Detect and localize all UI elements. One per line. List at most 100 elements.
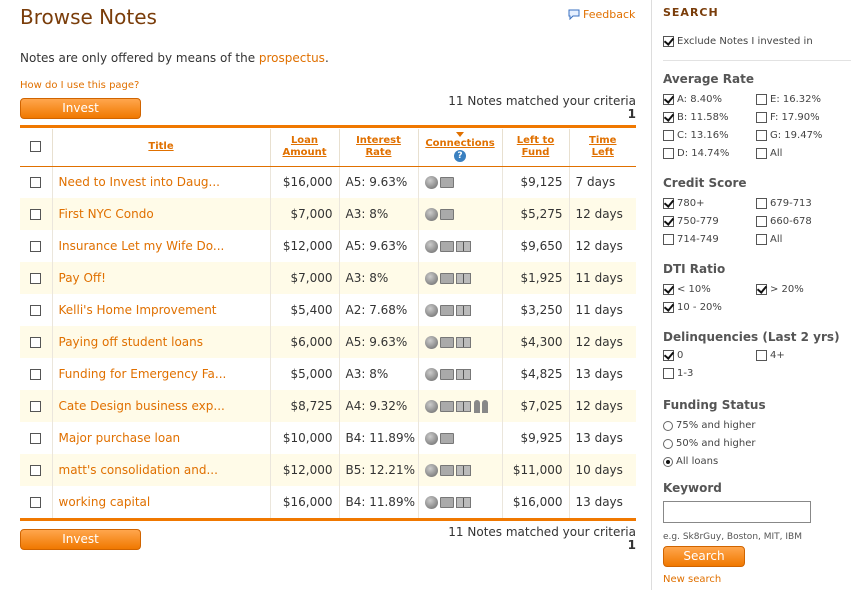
- table-row[interactable]: Insurance Let my Wife Do... $12,000 A5: 9.…: [20, 230, 636, 262]
- radio-button[interactable]: [663, 438, 673, 449]
- header-time-left[interactable]: Time Left: [569, 129, 636, 167]
- option-checkbox[interactable]: [756, 94, 767, 105]
- row-checkbox[interactable]: [30, 337, 42, 348]
- page-number[interactable]: 1: [386, 108, 636, 121]
- new-search-link[interactable]: New search: [663, 574, 721, 585]
- row-checkbox[interactable]: [30, 369, 42, 380]
- search-button[interactable]: Search: [663, 546, 745, 567]
- select-all-checkbox[interactable]: [30, 141, 42, 152]
- globe-icon[interactable]: [424, 368, 438, 381]
- invest-button-top[interactable]: Invest: [20, 98, 141, 119]
- avg-rate-option[interactable]: B: 11.58%: [663, 112, 729, 123]
- table-row[interactable]: Kelli's Home Improvement $5,400 A2: 7.68% $…: [20, 294, 636, 326]
- option-checkbox[interactable]: [663, 284, 674, 295]
- credit-option[interactable]: 714-749: [663, 234, 719, 245]
- table-row[interactable]: Need to Invest into Daug... $16,000 A5: 9.…: [20, 166, 636, 198]
- header-title[interactable]: Title: [52, 129, 271, 167]
- note-title-link[interactable]: working capital: [52, 486, 271, 518]
- people-icon[interactable]: [473, 400, 489, 413]
- option-checkbox[interactable]: [756, 148, 767, 159]
- book-icon[interactable]: [455, 465, 471, 476]
- feedback-link[interactable]: Feedback: [568, 8, 635, 21]
- funding-option[interactable]: 50% and higher: [663, 438, 755, 449]
- option-checkbox[interactable]: [663, 350, 674, 361]
- table-row[interactable]: Pay Off! $7,000 A3: 8% $1,925 11 days: [20, 262, 636, 294]
- note-title-link[interactable]: Kelli's Home Improvement: [52, 294, 271, 326]
- help-icon[interactable]: ?: [454, 150, 466, 163]
- avg-rate-option[interactable]: G: 19.47%: [756, 130, 822, 141]
- credit-option[interactable]: All: [756, 234, 782, 245]
- radio-button[interactable]: [663, 420, 673, 431]
- delinq-option[interactable]: 1-3: [663, 368, 693, 379]
- avg-rate-option[interactable]: A: 8.40%: [663, 94, 722, 105]
- note-title-link[interactable]: Funding for Emergency Fa...: [52, 358, 271, 390]
- folder-icon[interactable]: [439, 177, 454, 189]
- exclude-invested-checkbox[interactable]: [663, 36, 674, 47]
- row-checkbox[interactable]: [30, 433, 42, 444]
- book-icon[interactable]: [455, 337, 471, 348]
- folder-icon[interactable]: [439, 433, 454, 444]
- option-checkbox[interactable]: [663, 368, 674, 379]
- table-row[interactable]: Cate Design business exp... $8,725 A4: 9.3…: [20, 390, 636, 422]
- header-connections[interactable]: Connections ?: [418, 129, 503, 167]
- avg-rate-option[interactable]: D: 14.74%: [663, 148, 729, 159]
- note-title-link[interactable]: Major purchase loan: [52, 422, 271, 454]
- row-checkbox[interactable]: [30, 497, 42, 508]
- option-checkbox[interactable]: [663, 216, 674, 227]
- book-icon[interactable]: [455, 497, 471, 508]
- folder-icon[interactable]: [439, 273, 454, 284]
- keyword-input[interactable]: [663, 501, 811, 523]
- option-checkbox[interactable]: [756, 130, 767, 141]
- folder-icon[interactable]: [439, 337, 454, 348]
- globe-icon[interactable]: [424, 176, 438, 190]
- note-title-link[interactable]: Pay Off!: [52, 262, 271, 294]
- avg-rate-option[interactable]: E: 16.32%: [756, 94, 821, 105]
- credit-option[interactable]: 660-678: [756, 216, 812, 227]
- globe-icon[interactable]: [424, 496, 438, 509]
- table-row[interactable]: Funding for Emergency Fa... $5,000 A3: 8% $…: [20, 358, 636, 390]
- option-checkbox[interactable]: [663, 94, 674, 105]
- credit-option[interactable]: 679-713: [756, 198, 812, 209]
- option-checkbox[interactable]: [756, 112, 767, 123]
- option-checkbox[interactable]: [663, 198, 674, 209]
- option-checkbox[interactable]: [756, 234, 767, 245]
- avg-rate-option[interactable]: All: [756, 148, 782, 159]
- option-checkbox[interactable]: [663, 130, 674, 141]
- funding-option[interactable]: All loans: [663, 456, 718, 467]
- credit-option[interactable]: 780+: [663, 198, 704, 209]
- header-left-to-fund[interactable]: Left to Fund: [502, 129, 570, 167]
- note-title-link[interactable]: Paying off student loans: [52, 326, 271, 358]
- option-checkbox[interactable]: [756, 284, 767, 295]
- invest-button-bottom[interactable]: Invest: [20, 529, 141, 550]
- dti-option[interactable]: < 10%: [663, 284, 711, 295]
- row-checkbox[interactable]: [30, 209, 42, 220]
- header-loan-amount[interactable]: Loan Amount: [270, 129, 340, 167]
- table-row[interactable]: Major purchase loan $10,000 B4: 11.89% $9,9…: [20, 422, 636, 454]
- note-title-link[interactable]: matt's consolidation and...: [52, 454, 271, 486]
- book-icon[interactable]: [455, 305, 471, 316]
- option-checkbox[interactable]: [756, 350, 767, 361]
- header-interest-rate[interactable]: Interest Rate: [339, 129, 419, 167]
- folder-icon[interactable]: [439, 305, 454, 316]
- table-row[interactable]: First NYC Condo $7,000 A3: 8% $5,275 12 days: [20, 198, 636, 230]
- option-checkbox[interactable]: [663, 148, 674, 159]
- book-icon[interactable]: [455, 273, 471, 284]
- globe-icon[interactable]: [424, 336, 438, 349]
- row-checkbox[interactable]: [30, 241, 42, 252]
- folder-icon[interactable]: [439, 497, 454, 508]
- credit-option[interactable]: 750-779: [663, 216, 719, 227]
- option-checkbox[interactable]: [663, 302, 674, 313]
- row-checkbox[interactable]: [30, 401, 42, 412]
- folder-icon[interactable]: [439, 241, 454, 252]
- option-checkbox[interactable]: [663, 112, 674, 123]
- option-checkbox[interactable]: [756, 216, 767, 227]
- folder-icon[interactable]: [439, 209, 454, 220]
- option-checkbox[interactable]: [663, 234, 674, 245]
- avg-rate-option[interactable]: F: 17.90%: [756, 112, 820, 123]
- globe-icon[interactable]: [424, 464, 438, 477]
- table-row[interactable]: working capital $16,000 B4: 11.89% $16,000 1…: [20, 486, 636, 518]
- page-number[interactable]: 1: [386, 539, 636, 552]
- delinq-option[interactable]: 0: [663, 350, 683, 361]
- delinq-option[interactable]: 4+: [756, 350, 785, 361]
- book-icon[interactable]: [455, 401, 471, 412]
